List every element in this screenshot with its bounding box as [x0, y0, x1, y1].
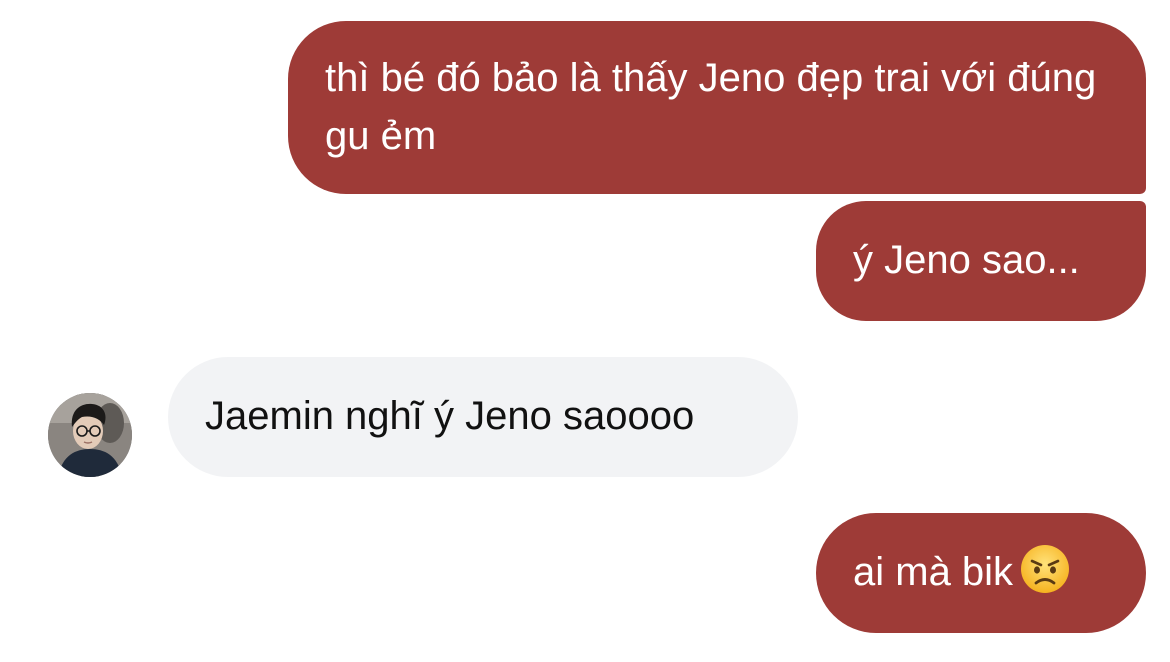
message-text: ý Jeno sao...	[853, 238, 1080, 282]
avatar-photo-icon	[48, 393, 132, 477]
message-text: thì bé đó bảo là thấy Jeno đẹp trai với …	[325, 56, 1097, 158]
outgoing-message-bubble[interactable]: ý Jeno sao...	[816, 201, 1146, 321]
outgoing-message-bubble[interactable]: thì bé đó bảo là thấy Jeno đẹp trai với …	[288, 21, 1146, 194]
outgoing-message-bubble[interactable]: ai mà bik	[816, 513, 1146, 633]
angry-face-emoji-icon	[1019, 543, 1071, 611]
message-text: Jaemin nghĩ ý Jeno saoooo	[205, 394, 695, 438]
contact-avatar[interactable]	[48, 393, 132, 477]
incoming-message-bubble[interactable]: Jaemin nghĩ ý Jeno saoooo	[168, 357, 798, 477]
message-text: ai mà bik	[853, 550, 1014, 594]
